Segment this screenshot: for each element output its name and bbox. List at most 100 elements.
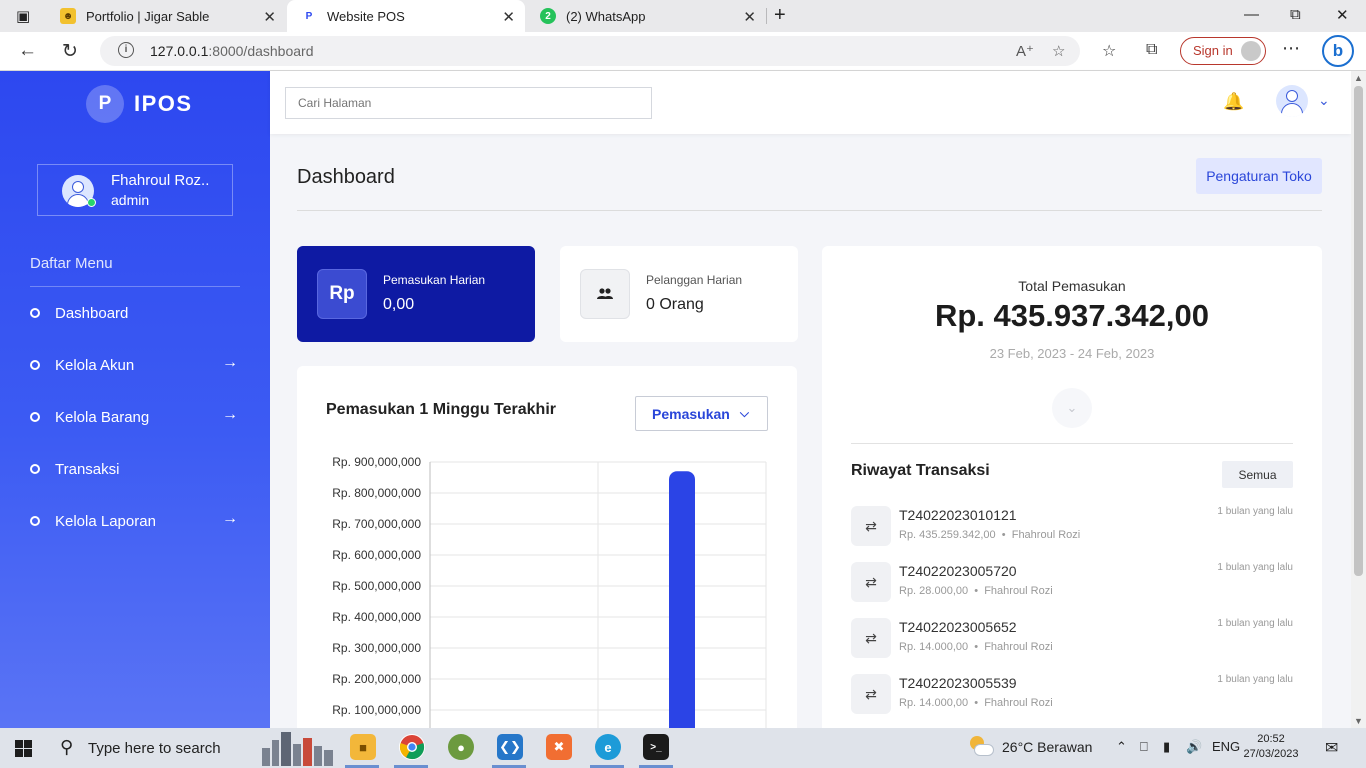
tab-whatsapp[interactable]: 2 (2) WhatsApp ✕: [526, 0, 766, 32]
restore-icon[interactable]: ⧉: [1290, 6, 1301, 23]
sidebar-item-label: Kelola Laporan: [55, 512, 156, 530]
network-icon[interactable]: ⎕: [1140, 739, 1148, 755]
site-info-icon[interactable]: i: [118, 42, 134, 58]
xampp-icon[interactable]: ✖: [546, 734, 572, 760]
users-icon: [580, 269, 630, 319]
volume-icon[interactable]: 🔊: [1186, 739, 1202, 755]
scrollbar-thumb[interactable]: [1354, 86, 1363, 576]
transaction-meta: Rp. 435.259.342,00 • Fhahroul Rozi: [899, 529, 1081, 541]
circle-icon: [30, 464, 40, 474]
view-all-button[interactable]: Semua: [1222, 461, 1293, 488]
tab-website-pos[interactable]: P Website POS ✕: [287, 0, 525, 32]
app-logo[interactable]: P IPOS: [86, 85, 193, 123]
close-tab-icon[interactable]: ✕: [743, 8, 756, 26]
y-tick-label: Rp. 600,000,000: [332, 548, 421, 562]
weekly-income-chart: Rp. 900,000,000 Rp. 800,000,000 Rp. 700,00…: [332, 455, 767, 766]
daily-customers-label: Pelanggan Harian: [646, 273, 743, 287]
sidebar-item-kelola-akun[interactable]: Kelola Akun →: [30, 352, 240, 378]
back-icon[interactable]: ←: [18, 40, 37, 62]
sidebar-item-kelola-laporan[interactable]: Kelola Laporan →: [30, 508, 240, 534]
weather-text[interactable]: 26°C Berawan: [1002, 739, 1092, 755]
windows-taskbar: ⚲ Type here to search ■ ● ❮❯ ✖ e >_ 26°C…: [0, 728, 1366, 768]
whatsapp-icon: 2: [540, 8, 556, 24]
y-tick-label: Rp. 200,000,000: [332, 672, 421, 686]
y-tick-label: Rp. 400,000,000: [332, 610, 421, 624]
minimize-icon[interactable]: —: [1244, 6, 1259, 23]
more-options-icon[interactable]: ⋯: [1282, 38, 1300, 59]
transaction-meta: Rp. 28.000,00 • Fhahroul Rozi: [899, 585, 1053, 597]
collections-icon[interactable]: ⧉: [1146, 41, 1157, 59]
edge-icon[interactable]: e: [595, 734, 621, 760]
transfer-arrows-icon: ⇄: [851, 674, 891, 714]
read-aloud-icon[interactable]: A⁺: [1016, 42, 1034, 60]
search-input[interactable]: [285, 87, 652, 119]
chrome-icon[interactable]: [399, 734, 425, 760]
sidebar-item-transaksi[interactable]: Transaksi: [30, 456, 240, 482]
tab-portfolio[interactable]: ☻ Portfolio | Jigar Sable ✕: [46, 0, 286, 32]
search-icon[interactable]: ⚲: [60, 737, 73, 758]
transaction-item[interactable]: ⇄ T24022023010121 Rp. 435.259.342,00 • F…: [851, 506, 1293, 546]
terminal-icon[interactable]: >_: [643, 734, 669, 760]
smiley-icon: ☻: [60, 8, 76, 24]
scroll-down-icon[interactable]: ▼: [1354, 716, 1363, 726]
add-favorite-icon[interactable]: ☆: [1052, 42, 1065, 60]
chevron-down-icon: ⌵: [739, 406, 749, 420]
transaction-item[interactable]: ⇄ T24022023005539 Rp. 14.000,00 • Fhahro…: [851, 674, 1293, 714]
weekly-income-chart-card: Pemasukan 1 Minggu Terakhir Pemasukan ⌵ …: [297, 366, 797, 766]
clock-time: 20:52: [1257, 733, 1285, 745]
favorites-icon[interactable]: ☆: [1102, 41, 1116, 61]
sign-in-label: Sign in: [1193, 43, 1233, 58]
close-tab-icon[interactable]: ✕: [263, 8, 276, 26]
chevron-down-icon[interactable]: ⌄: [1052, 388, 1092, 428]
page-scrollbar[interactable]: ▲ ▼: [1351, 71, 1366, 728]
taskbar-search[interactable]: Type here to search: [88, 740, 221, 757]
new-tab-icon[interactable]: +: [774, 4, 786, 27]
scroll-up-icon[interactable]: ▲: [1354, 73, 1363, 83]
transaction-item[interactable]: ⇄ T24022023005652 Rp. 14.000,00 • Fhahro…: [851, 618, 1293, 658]
header-avatar[interactable]: [1276, 85, 1308, 117]
bell-icon[interactable]: 🔔: [1223, 92, 1244, 112]
system-clock[interactable]: 20:52 27/03/2023: [1236, 732, 1306, 762]
file-explorer-icon[interactable]: ■: [350, 734, 376, 760]
tab-title: Website POS: [327, 8, 405, 24]
daily-customers-value: 0 Orang: [646, 296, 704, 313]
battery-icon[interactable]: ▮: [1163, 739, 1170, 755]
app-green-icon[interactable]: ●: [448, 734, 474, 760]
transaction-meta: Rp. 14.000,00 • Fhahroul Rozi: [899, 697, 1053, 709]
close-tab-icon[interactable]: ✕: [502, 8, 515, 26]
user-profile-card[interactable]: Fhahroul Roz.. admin: [37, 164, 233, 216]
online-status-icon: [87, 198, 96, 207]
transfer-arrows-icon: ⇄: [851, 618, 891, 658]
url-field[interactable]: i 127.0.0.1:8000/dashboard A⁺ ☆: [100, 36, 1080, 66]
menu-divider: [30, 286, 240, 287]
sidebar-item-kelola-barang[interactable]: Kelola Barang →: [30, 404, 240, 430]
browser-address-bar: ← ↻ i 127.0.0.1:8000/dashboard A⁺ ☆ ☆ ⧉ …: [0, 32, 1366, 71]
notification-icon[interactable]: ✉: [1325, 738, 1338, 758]
store-settings-button[interactable]: Pengaturan Toko: [1196, 158, 1322, 194]
section-divider: [851, 443, 1293, 444]
weather-icon[interactable]: [968, 736, 994, 758]
chart-type-select[interactable]: Pemasukan ⌵: [635, 396, 768, 431]
circle-icon: [30, 308, 40, 318]
chevron-down-icon[interactable]: ⌄: [1318, 92, 1330, 109]
total-income-label: Total Pemasukan: [1018, 278, 1126, 294]
vscode-icon[interactable]: ❮❯: [497, 734, 523, 760]
tab-actions-icon[interactable]: ▣: [16, 7, 30, 25]
sign-in-button[interactable]: Sign in: [1180, 37, 1266, 65]
sidebar-item-dashboard[interactable]: Dashboard: [30, 300, 240, 326]
reload-icon[interactable]: ↻: [62, 40, 78, 63]
chevron-up-icon[interactable]: ⌃: [1116, 739, 1127, 755]
close-window-icon[interactable]: ✕: [1336, 6, 1349, 24]
transaction-time: 1 bulan yang lalu: [1217, 618, 1293, 629]
transaction-time: 1 bulan yang lalu: [1217, 674, 1293, 685]
menu-heading: Daftar Menu: [30, 255, 113, 272]
sidebar-item-label: Kelola Akun: [55, 356, 135, 374]
daily-customers-card: Pelanggan Harian 0 Orang: [560, 246, 798, 342]
transaction-code: T24022023005652: [899, 619, 1017, 635]
windows-start-icon[interactable]: [15, 740, 32, 757]
transaction-item[interactable]: ⇄ T24022023005720 Rp. 28.000,00 • Fhahro…: [851, 562, 1293, 602]
y-tick-label: Rp. 900,000,000: [332, 455, 421, 469]
bing-icon[interactable]: b: [1322, 35, 1354, 67]
pos-favicon-icon: P: [301, 8, 317, 24]
y-tick-label: Rp. 800,000,000: [332, 486, 421, 500]
